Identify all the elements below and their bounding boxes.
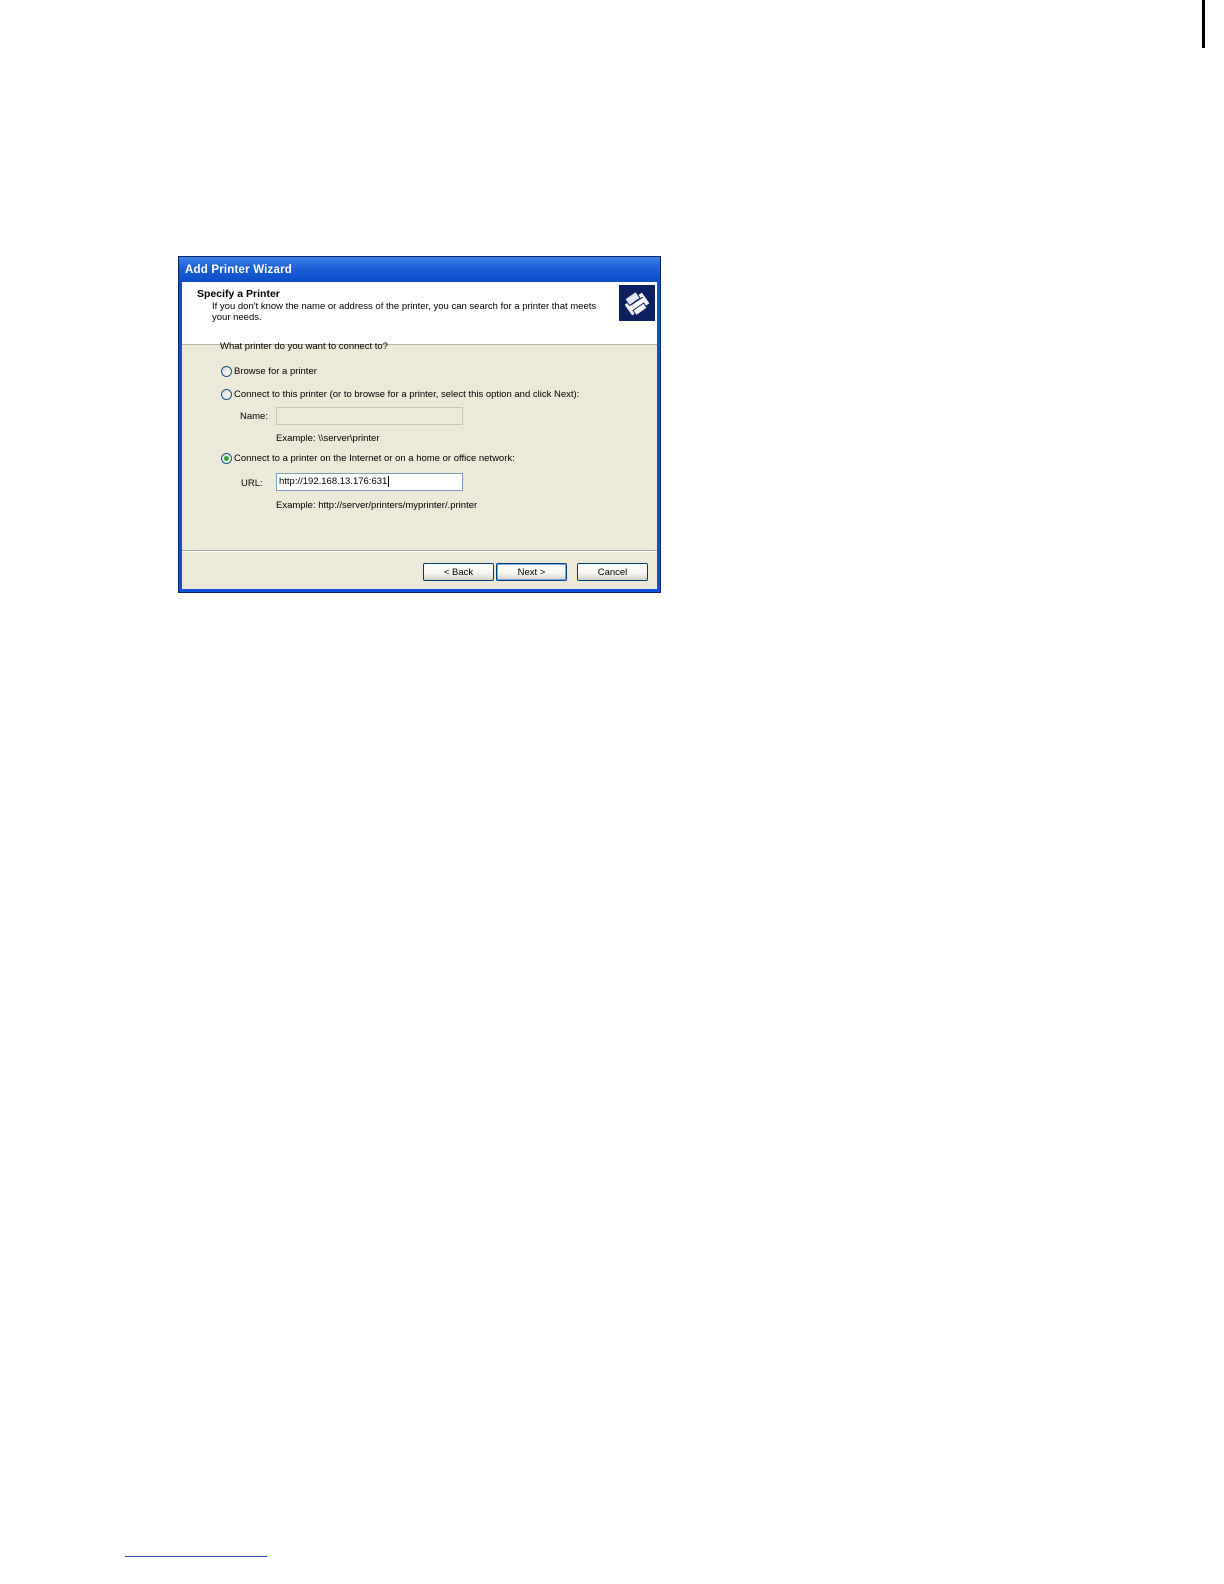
text-caret bbox=[388, 476, 390, 487]
option-connect-named[interactable]: Connect to this printer (or to browse fo… bbox=[221, 389, 579, 400]
radio-connect-internet[interactable] bbox=[221, 453, 232, 464]
cancel-button[interactable]: Cancel bbox=[577, 563, 648, 581]
url-label: URL: bbox=[241, 478, 263, 489]
option-browse[interactable]: Browse for a printer bbox=[221, 366, 317, 377]
option-connect-internet[interactable]: Connect to a printer on the Internet or … bbox=[221, 453, 515, 464]
name-example: Example: \\server\printer bbox=[276, 433, 380, 444]
option-browse-label: Browse for a printer bbox=[234, 366, 317, 377]
window-frame-right bbox=[657, 282, 660, 592]
next-button[interactable]: Next > bbox=[496, 563, 567, 581]
back-button[interactable]: < Back bbox=[423, 563, 494, 581]
question-label: What printer do you want to connect to? bbox=[220, 341, 388, 352]
window-frame-bottom bbox=[179, 589, 660, 592]
page-edge-rule bbox=[1202, 0, 1205, 48]
printer-icon bbox=[619, 285, 655, 321]
url-example: Example: http://server/printers/myprinte… bbox=[276, 500, 478, 511]
add-printer-wizard-dialog: Add Printer Wizard Specify a Printer If … bbox=[178, 256, 661, 593]
footer-separator bbox=[182, 550, 657, 552]
header-subtitle: If you don't know the name or address of… bbox=[212, 301, 597, 323]
option-connect-named-label: Connect to this printer (or to browse fo… bbox=[234, 389, 580, 400]
wizard-header: Specify a Printer If you don't know the … bbox=[182, 282, 657, 345]
radio-browse[interactable] bbox=[221, 366, 232, 377]
name-label: Name: bbox=[240, 411, 268, 422]
window-title: Add Printer Wizard bbox=[185, 263, 293, 276]
name-input[interactable] bbox=[276, 407, 463, 425]
title-bar[interactable]: Add Printer Wizard bbox=[179, 257, 660, 282]
url-input-value: http://192.168.13.176:631 bbox=[279, 476, 388, 488]
radio-connect-named[interactable] bbox=[221, 389, 232, 400]
document-page: Add Printer Wizard Specify a Printer If … bbox=[0, 0, 1224, 1584]
header-title: Specify a Printer bbox=[197, 288, 280, 300]
footnote-rule bbox=[125, 1556, 267, 1557]
url-input[interactable]: http://192.168.13.176:631 bbox=[276, 473, 463, 491]
option-connect-internet-label: Connect to a printer on the Internet or … bbox=[234, 453, 515, 464]
